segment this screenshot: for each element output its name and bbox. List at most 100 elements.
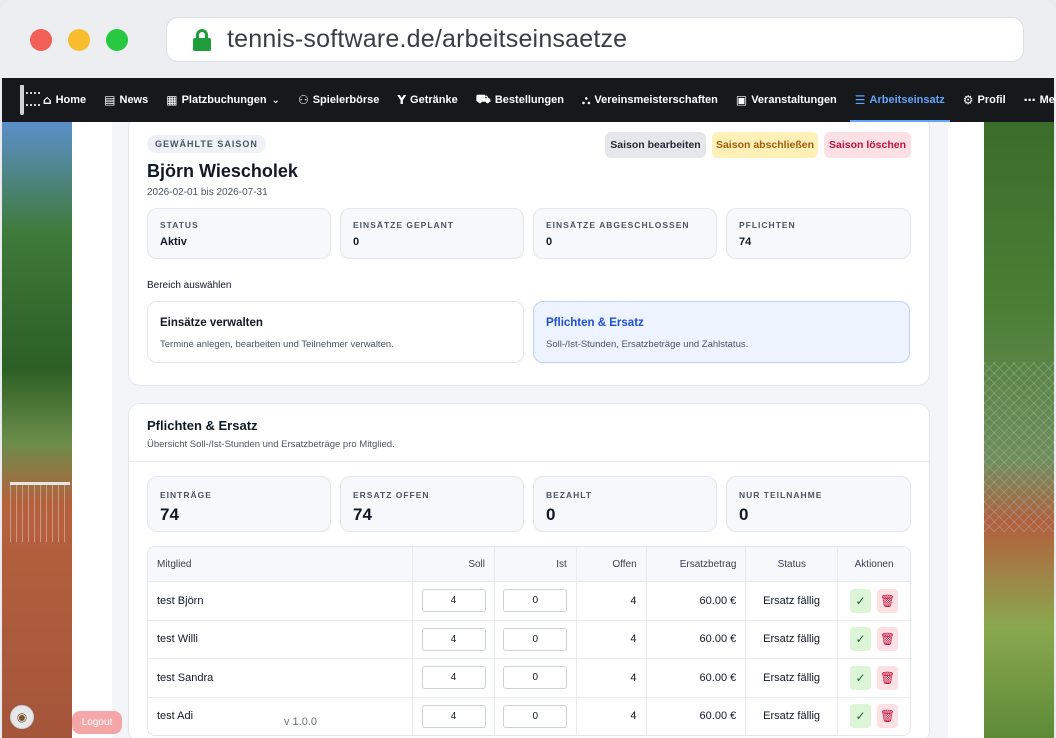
nav-item-profil[interactable]: ⚙ Profil [954, 78, 1015, 122]
nav-item-news[interactable]: ▤ News [95, 78, 157, 122]
background-photo-right [984, 122, 1054, 738]
cookie-settings-button[interactable]: ◉ [10, 705, 34, 729]
url-text: tennis-software.de/arbeitseinsaetze [227, 25, 628, 53]
soll-input[interactable]: 4 [421, 589, 486, 613]
mark-paid-button[interactable]: ✓ [849, 588, 871, 613]
open-hours: 4 [577, 697, 647, 735]
table-row: test Adi 4 0 4 60.00 € Ersatz fällig ✓ 🗑 [148, 696, 910, 735]
divider [129, 461, 929, 462]
status-text: Ersatz fällig [746, 697, 838, 735]
choice-duties-replacement[interactable]: Pflichten & Ersatz Soll-/Ist-Stunden, Er… [533, 301, 910, 363]
nav-item-vereinsmeisterschaften[interactable]: ⛬ Vereinsmeisterschaften [573, 78, 727, 122]
nav-item-getraenke[interactable]: Y Getränke [388, 78, 466, 122]
tennis-net-graphic [10, 482, 70, 542]
trash-icon: 🗑 [879, 709, 896, 724]
edit-season-button[interactable]: Saison bearbeiten [605, 132, 706, 158]
trash-icon: 🗑 [879, 593, 896, 608]
mark-paid-button[interactable]: ✓ [849, 704, 871, 729]
nav-item-veranstaltungen[interactable]: ▣ Veranstaltungen [727, 78, 846, 122]
column-header-member[interactable]: Mitglied [148, 547, 414, 581]
replacement-amount: 60.00 € [647, 697, 747, 735]
delete-season-button[interactable]: Saison löschen [824, 132, 911, 158]
logout-button[interactable]: Logout [72, 711, 122, 734]
maximize-window-button[interactable] [106, 29, 128, 51]
nav-item-platzbuchungen[interactable]: ▦ Platzbuchungen ⌄ [157, 78, 289, 122]
ellipsis-icon: ⋯ [1023, 93, 1036, 107]
open-hours: 4 [577, 620, 647, 658]
nav-item-mehr[interactable]: ⋯Mehr⌄ [1015, 78, 1056, 122]
check-icon: ✓ [855, 632, 866, 647]
delete-entry-button[interactable]: 🗑 [876, 665, 898, 690]
check-icon: ✓ [855, 593, 866, 608]
replacement-amount: 60.00 € [647, 582, 747, 620]
soll-input[interactable]: 4 [421, 627, 486, 651]
duties-title: Pflichten & Ersatz [147, 418, 258, 433]
users-icon: ⚇ [297, 93, 309, 107]
table-row: test Björn 4 0 4 60.00 € Ersatz fällig ✓… [148, 581, 910, 620]
address-bar[interactable]: tennis-software.de/arbeitseinsaetze [166, 17, 1024, 62]
ist-input[interactable]: 0 [503, 666, 568, 690]
minimize-window-button[interactable] [68, 29, 90, 51]
soll-input[interactable]: 4 [421, 666, 486, 690]
stat-duties: PFLICHTEN 74 [726, 208, 911, 259]
column-header-ersatz[interactable]: Ersatzbetrag [647, 547, 747, 581]
delete-entry-button[interactable]: 🗑 [876, 627, 898, 652]
duties-table: Mitglied Soll Ist Offen Ersatzbetrag Sta… [147, 546, 911, 736]
nav-item-bestellungen[interactable]: ⛟ Bestellungen [467, 78, 573, 122]
table-row: test Sandra 4 0 4 60.00 € Ersatz fällig … [148, 658, 910, 697]
calendar-day-icon: ▣ [735, 93, 748, 107]
close-window-button[interactable] [30, 29, 52, 51]
lock-icon [193, 28, 211, 51]
column-header-soll[interactable]: Soll [413, 547, 496, 581]
browser-chrome: tennis-software.de/arbeitseinsaetze [0, 0, 1056, 78]
season-date-range: 2026-02-01 bis 2026-07-31 [147, 187, 268, 198]
nav-item-home[interactable]: ⌂ Home [34, 78, 95, 122]
bracket-icon: ⛬ [581, 92, 591, 107]
nav-item-spielerboerse[interactable]: ⚇ Spielerbörse [289, 78, 388, 122]
open-hours: 4 [577, 582, 647, 620]
mark-paid-button[interactable]: ✓ [849, 665, 871, 690]
delete-entry-button[interactable]: 🗑 [876, 704, 898, 729]
ist-input[interactable]: 0 [503, 704, 568, 728]
check-icon: ✓ [855, 709, 866, 724]
stat-participation-only: NUR TEILNAHME 0 [726, 476, 911, 532]
replacement-amount: 60.00 € [647, 620, 747, 658]
table-row: test Willi 4 0 4 60.00 € Ersatz fällig ✓… [148, 619, 910, 658]
list-check-icon: ☰ [854, 93, 866, 107]
background-photo-left [2, 122, 72, 738]
member-name: test Adi [148, 697, 414, 735]
member-name: test Sandra [148, 659, 414, 697]
column-header-status[interactable]: Status [746, 547, 839, 581]
ist-input[interactable]: 0 [503, 589, 568, 613]
main-navigation: ⌂ Home ▤ News ▦ Platzbuchungen ⌄ ⚇ Spielerbör… [2, 78, 1056, 122]
stat-entries: EINTRÄGE 74 [147, 476, 331, 532]
stat-completed: EINSÄTZE ABGESCHLOSSEN 0 [533, 208, 717, 259]
mark-paid-button[interactable]: ✓ [849, 627, 871, 652]
stat-status: STATUS Aktiv [147, 208, 331, 259]
season-card: GEWÄHLTE SAISON Saison bearbeiten Saison… [128, 122, 930, 386]
status-text: Ersatz fällig [746, 659, 838, 697]
replacement-amount: 60.00 € [647, 659, 747, 697]
chevron-down-icon: ⌄ [271, 94, 280, 106]
home-icon: ⌂ [43, 93, 52, 107]
cocktail-icon: Y [397, 93, 407, 107]
main-content: GEWÄHLTE SAISON Saison bearbeiten Saison… [72, 122, 984, 738]
stat-replacement-open: ERSATZ OFFEN 74 [340, 476, 524, 532]
club-logo-icon[interactable] [20, 85, 40, 115]
column-header-ist[interactable]: Ist [495, 547, 577, 581]
choice-manage-assignments[interactable]: Einsätze verwalten Termine anlegen, bear… [147, 301, 524, 363]
area-select-label: Bereich auswählen [147, 280, 232, 291]
nav-item-arbeitseinsatz[interactable]: ☰ Arbeitseinsatz [846, 78, 954, 122]
soll-input[interactable]: 4 [421, 704, 486, 728]
calendar-icon: ▦ [166, 93, 178, 107]
member-name: test Willi [148, 620, 414, 658]
close-season-button[interactable]: Saison abschließen [712, 132, 818, 158]
trash-icon: 🗑 [879, 670, 896, 685]
delete-entry-button[interactable]: 🗑 [876, 588, 898, 613]
column-header-offen[interactable]: Offen [577, 547, 647, 581]
column-header-actions: Aktionen [854, 558, 894, 570]
check-icon: ✓ [855, 670, 866, 685]
ist-input[interactable]: 0 [503, 627, 568, 651]
newspaper-icon: ▤ [104, 93, 116, 107]
status-text: Ersatz fällig [746, 620, 838, 658]
